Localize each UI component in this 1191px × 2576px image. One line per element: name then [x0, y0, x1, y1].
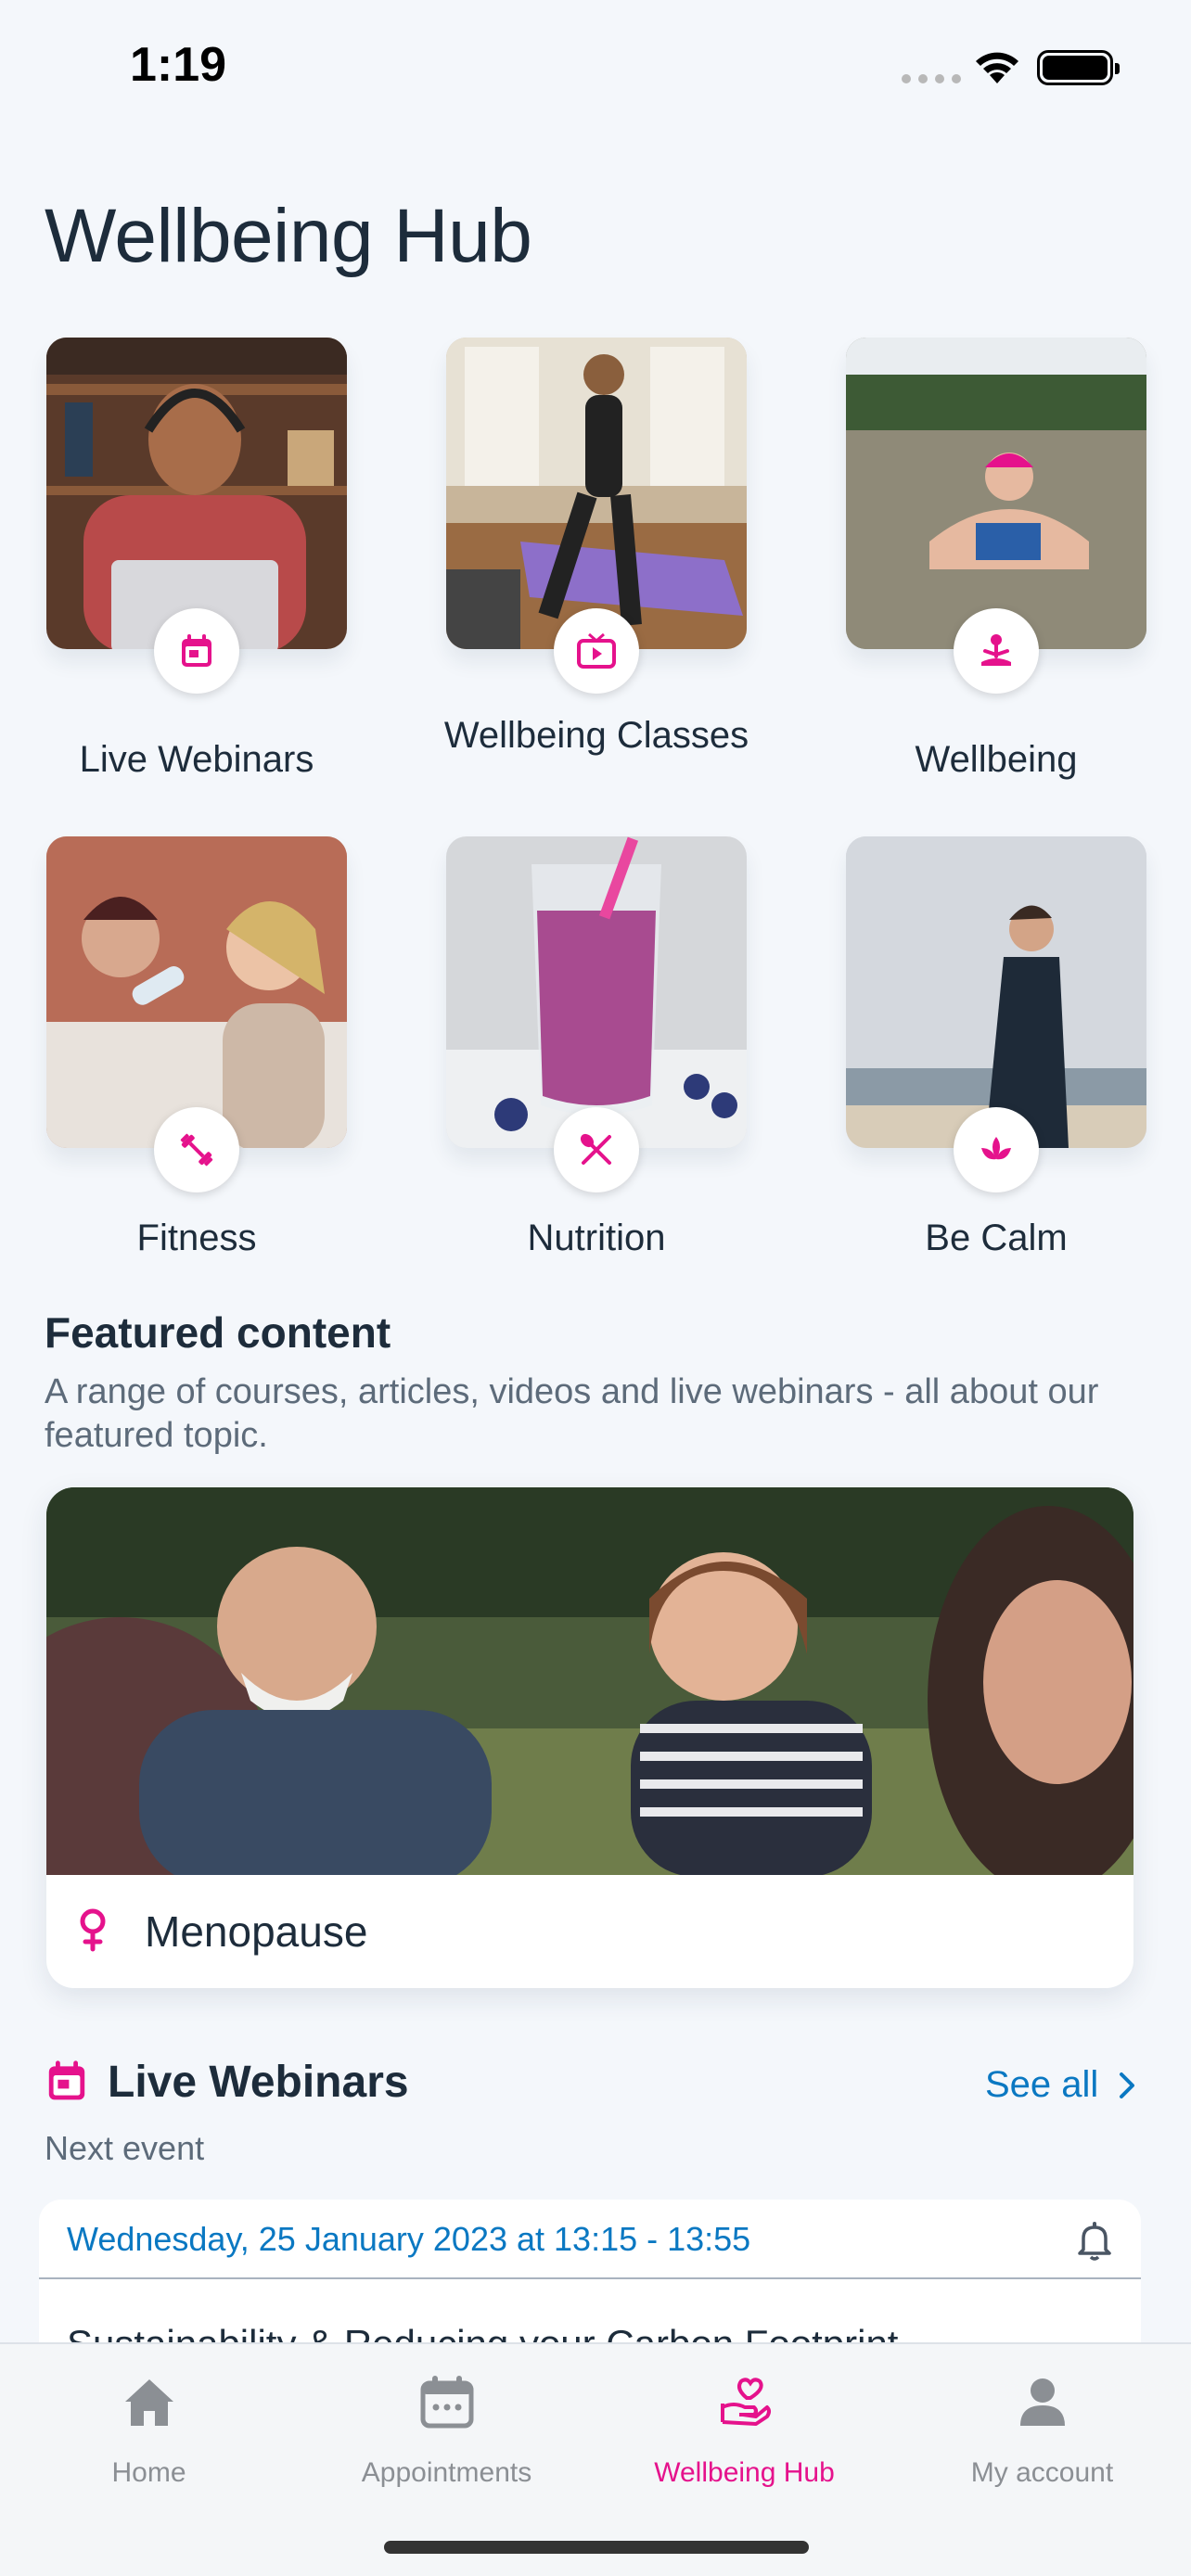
calendar-icon [48, 2060, 85, 2100]
calendar-icon [420, 2376, 473, 2429]
see-all-label: See all [985, 2064, 1099, 2105]
tile-wellbeing-classes[interactable]: Wellbeing Classes [444, 338, 749, 756]
lotus-icon [954, 1107, 1039, 1192]
female-symbol-icon [80, 1908, 106, 1952]
featured-card-menopause[interactable]: Menopause [46, 1487, 1133, 1988]
cellular-signal-icon [902, 74, 961, 83]
next-event-label: Next event [45, 2129, 205, 2167]
nutrition-image [446, 836, 747, 1148]
tv-icon [554, 608, 639, 694]
be-calm-image [846, 836, 1146, 1148]
tab-wellbeing-hub[interactable]: Wellbeing Hub [596, 2370, 893, 2489]
tile-label: Nutrition [527, 1218, 666, 1258]
tab-my-account[interactable]: My account [893, 2370, 1191, 2489]
tab-label: My account [970, 2457, 1114, 2488]
wifi-icon [976, 52, 1018, 83]
live-webinars-image [46, 338, 347, 649]
tile-label: Wellbeing [915, 739, 1078, 780]
dumbbell-icon [154, 1107, 239, 1192]
tile-wellbeing[interactable]: Wellbeing [846, 338, 1146, 780]
divider [39, 2277, 1141, 2279]
featured-content-title: Featured content [45, 1308, 391, 1357]
tile-label: Fitness [136, 1218, 257, 1258]
utensils-icon [554, 1107, 639, 1192]
tab-home[interactable]: Home [0, 2370, 298, 2489]
meditation-icon [954, 608, 1039, 694]
tile-be-calm[interactable]: Be Calm [846, 836, 1146, 1258]
home-indicator [384, 2541, 809, 2554]
tile-label: Be Calm [925, 1218, 1068, 1258]
status-bar: 1:19 [0, 0, 1191, 130]
heart-hand-icon [720, 2378, 771, 2426]
tile-label: Live Webinars [79, 739, 314, 780]
featured-content-subtitle: A range of courses, articles, videos and… [45, 1372, 1099, 1455]
featured-image [46, 1487, 1133, 1875]
wellbeing-classes-image [446, 338, 747, 649]
status-time: 1:19 [130, 38, 227, 92]
event-date: Wednesday, 25 January 2023 at 13:15 - 13… [67, 2220, 751, 2258]
bell-icon[interactable] [1076, 2220, 1113, 2261]
wellbeing-image [846, 338, 1146, 649]
tile-live-webinars[interactable]: Live Webinars [46, 338, 347, 780]
home-icon [124, 2379, 173, 2426]
person-icon [1019, 2378, 1065, 2426]
tile-label: Wellbeing Classes [443, 715, 749, 756]
see-all-link[interactable]: See all [985, 2064, 1135, 2106]
featured-card-label: Menopause [145, 1907, 368, 1956]
tile-nutrition[interactable]: Nutrition [446, 836, 747, 1258]
tab-label: Home [111, 2457, 186, 2488]
tile-fitness[interactable]: Fitness [46, 836, 347, 1258]
fitness-image [46, 836, 347, 1148]
chevron-right-icon [1120, 2072, 1135, 2098]
calendar-icon [154, 608, 239, 694]
battery-icon [1037, 50, 1120, 85]
page-title: Wellbeing Hub [45, 194, 532, 278]
live-webinars-title: Live Webinars [108, 2058, 409, 2107]
tab-label: Wellbeing Hub [654, 2457, 835, 2488]
tab-appointments[interactable]: Appointments [298, 2370, 596, 2489]
tab-label: Appointments [361, 2457, 532, 2488]
